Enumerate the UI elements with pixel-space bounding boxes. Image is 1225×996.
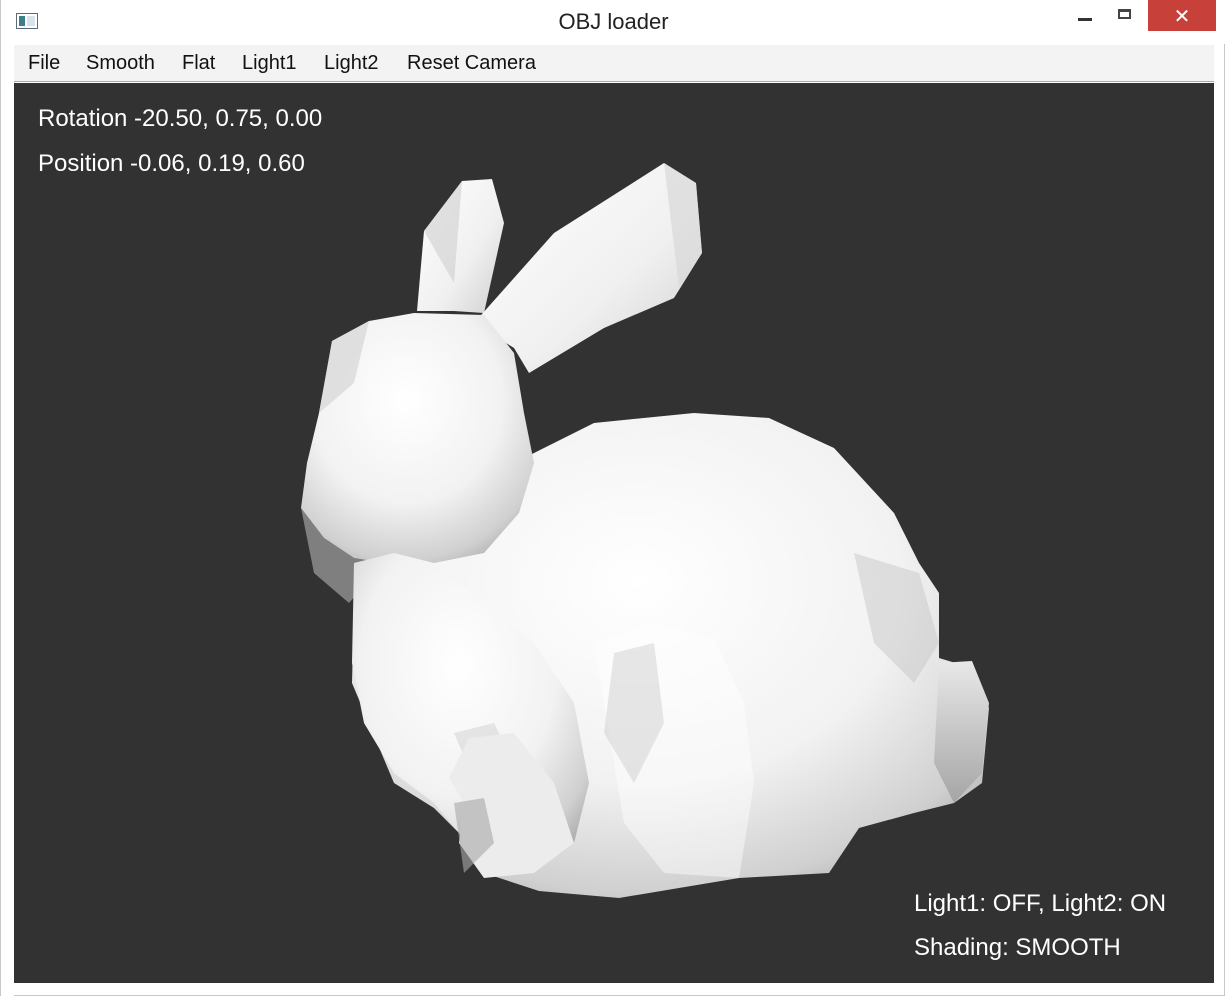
rotation-readout: Rotation -20.50, 0.75, 0.00 — [38, 105, 323, 132]
close-button[interactable]: ✕ — [1148, 0, 1216, 31]
maximize-icon[interactable] — [1104, 0, 1148, 32]
menu-smooth[interactable]: Smooth — [86, 52, 155, 75]
menu-light1[interactable]: Light1 — [242, 52, 297, 75]
window-title: OBJ loader — [558, 9, 669, 34]
title-bar[interactable]: OBJ loader ✕ — [1, 0, 1225, 44]
menu-bar: File Smooth Flat Light1 Light2 Reset Cam… — [14, 45, 1214, 82]
position-readout: Position -0.06, 0.19, 0.60 — [38, 150, 305, 177]
menu-reset-camera[interactable]: Reset Camera — [407, 52, 536, 75]
window-frame — [1, 44, 14, 996]
shading-status: Shading: SMOOTH — [914, 934, 1121, 961]
bunny-front-ear — [474, 163, 702, 373]
app-window: OBJ loader ✕ File Smooth Flat Light1 Lig… — [0, 0, 1225, 996]
menu-file[interactable]: File — [28, 52, 60, 75]
menu-light2[interactable]: Light2 — [324, 52, 379, 75]
bunny-mesh — [301, 163, 989, 898]
light-status: Light1: OFF, Light2: ON — [914, 890, 1167, 917]
bunny-back-ear — [417, 179, 504, 313]
minimize-icon[interactable] — [1064, 0, 1108, 32]
gl-viewport[interactable]: Rotation -20.50, 0.75, 0.00 Position -0.… — [14, 83, 1214, 983]
close-icon: ✕ — [1173, 4, 1191, 28]
menu-flat[interactable]: Flat — [182, 52, 215, 75]
